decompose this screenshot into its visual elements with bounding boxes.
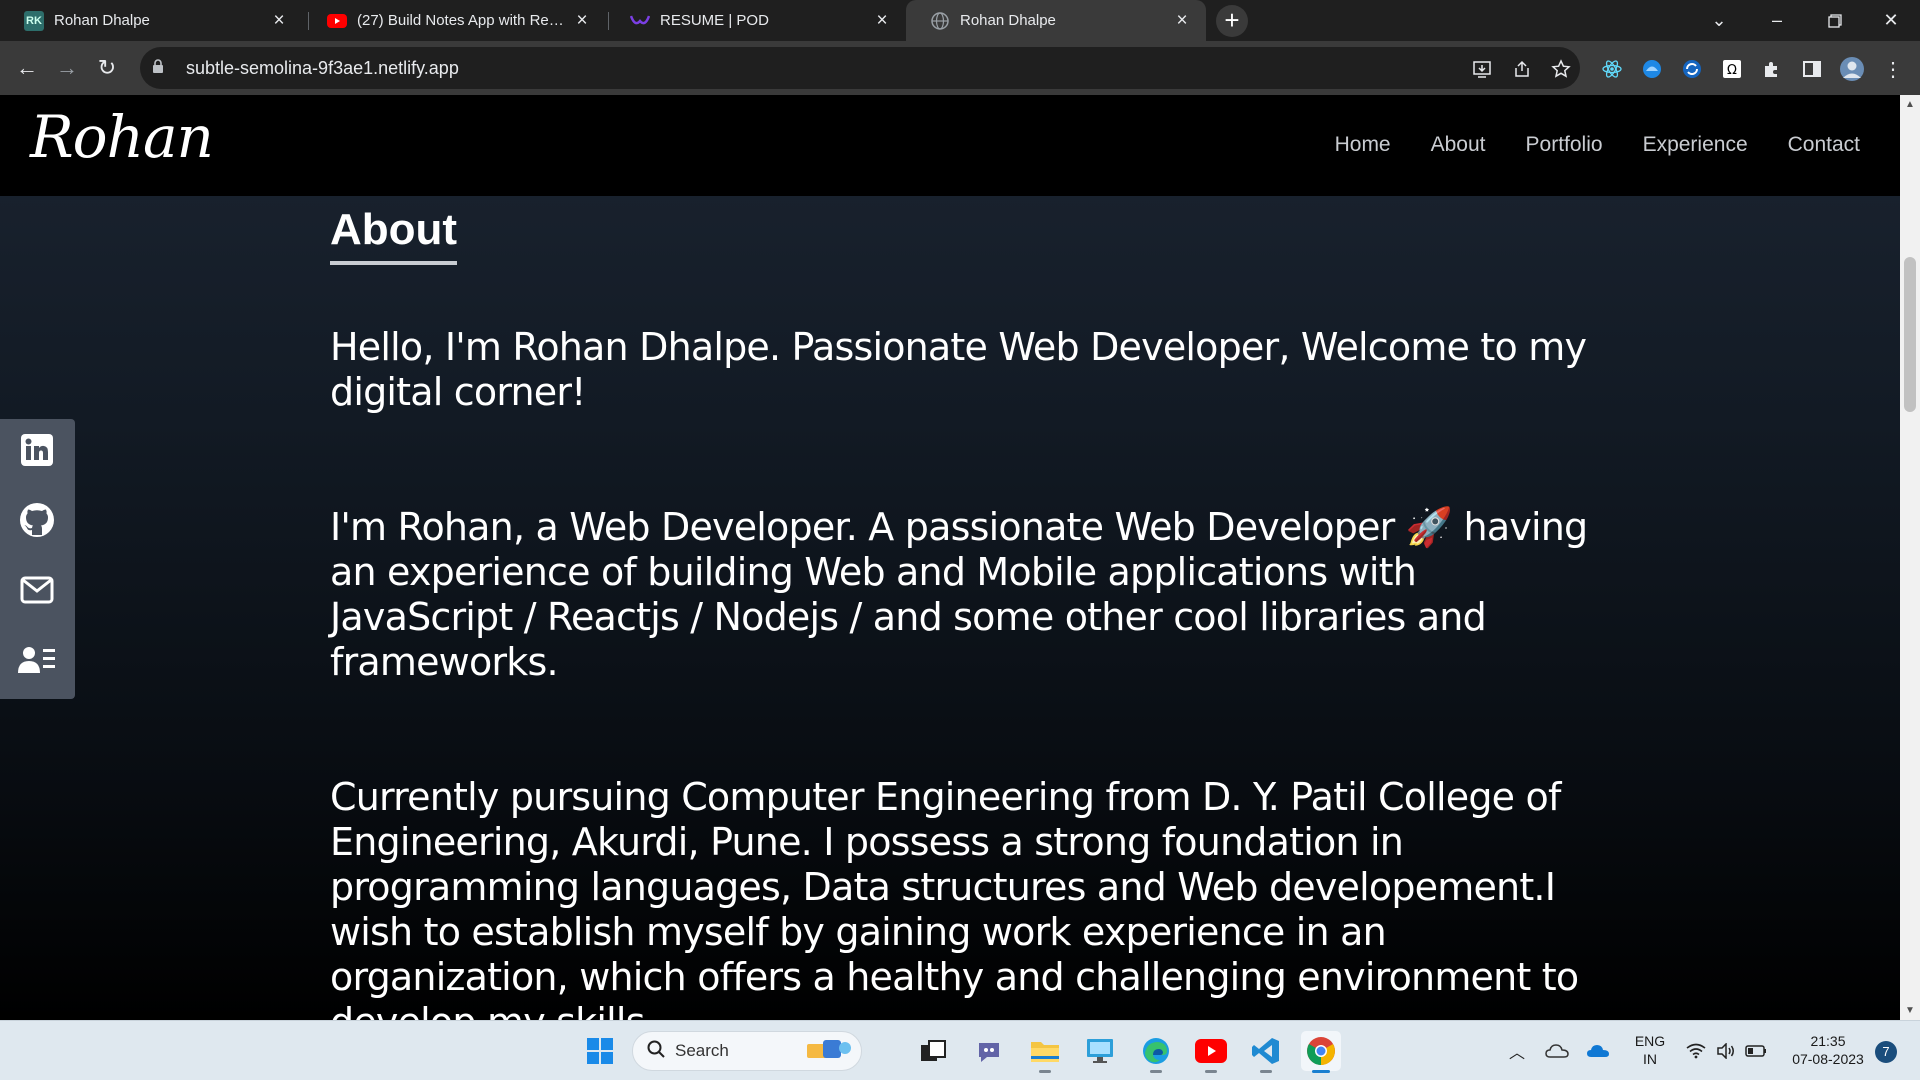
nav-contact[interactable]: Contact	[1788, 133, 1860, 157]
vscode-icon[interactable]	[1246, 1031, 1286, 1073]
tab-youtube[interactable]: (27) Build Notes App with React.js ×	[303, 0, 606, 41]
onedrive-blue-icon[interactable]	[1582, 1031, 1614, 1071]
forward-button[interactable]: →	[49, 50, 85, 86]
about-section: About Hello, I'm Rohan Dhalpe. Passionat…	[330, 205, 1600, 1020]
edge-browser-icon[interactable]	[1136, 1031, 1176, 1073]
clock-date: 07-08-2023	[1792, 1051, 1864, 1067]
bookmark-star-icon[interactable]	[1548, 56, 1574, 82]
linkedin-icon[interactable]	[18, 431, 56, 469]
chrome-icon[interactable]	[1301, 1031, 1341, 1073]
wifi-icon[interactable]	[1682, 1031, 1710, 1071]
close-icon[interactable]: ×	[1172, 10, 1192, 32]
tray-chevron-up-icon[interactable]: ︿	[1503, 1031, 1531, 1071]
lock-icon	[152, 58, 166, 78]
tab-search-chevron-icon[interactable]: ⌄	[1690, 0, 1748, 41]
youtube-icon	[327, 11, 347, 31]
about-paragraph-experience: I'm Rohan, a Web Developer. A passionate…	[330, 505, 1588, 684]
language-code: ENG	[1634, 1033, 1666, 1049]
search-label: Search	[675, 1041, 729, 1060]
profile-avatar-icon[interactable]	[1839, 56, 1865, 82]
clock[interactable]: 21:35 07-08-2023	[1780, 1032, 1876, 1068]
address-bar[interactable]: subtle-semolina-9f3ae1.netlify.app	[140, 47, 1580, 89]
tab-resume-pod[interactable]: RESUME | POD ×	[606, 0, 906, 41]
restore-button[interactable]	[1806, 0, 1864, 41]
remote-desktop-icon[interactable]	[1080, 1031, 1120, 1071]
side-panel-icon[interactable]	[1799, 56, 1825, 82]
close-window-button[interactable]: ✕	[1862, 0, 1920, 41]
github-icon[interactable]	[18, 501, 56, 539]
social-links-bar	[0, 419, 75, 699]
menu-kebab-icon[interactable]: ⋮	[1880, 56, 1906, 82]
close-icon[interactable]: ×	[872, 10, 892, 32]
tab-strip: RK Rohan Dhalpe × (27) Build Notes App w…	[0, 0, 1920, 41]
notification-badge[interactable]: 7	[1875, 1041, 1897, 1063]
mail-icon[interactable]	[18, 571, 56, 609]
search-highlight-icon	[801, 1034, 853, 1069]
windows-start-icon[interactable]	[580, 1031, 620, 1071]
tab-rohan-dhalpe-active[interactable]: Rohan Dhalpe ×	[906, 0, 1206, 41]
taskbar-search[interactable]: Search	[632, 1031, 862, 1071]
close-icon[interactable]: ×	[572, 10, 592, 32]
url-text: subtle-semolina-9f3ae1.netlify.app	[186, 57, 459, 78]
svg-text:Ω: Ω	[1727, 63, 1737, 78]
extension-omega-icon[interactable]: Ω	[1719, 56, 1745, 82]
tab-title: Rohan Dhalpe	[960, 12, 1056, 29]
page-viewport: Rohan Home About Portfolio Experience Co…	[0, 95, 1900, 1020]
page-scrollbar[interactable]: ▲ ▼	[1900, 95, 1920, 1020]
volume-icon[interactable]	[1712, 1031, 1740, 1071]
contact-card-icon[interactable]	[18, 641, 56, 679]
youtube-app-icon[interactable]	[1191, 1031, 1231, 1073]
minimize-button[interactable]: –	[1748, 0, 1806, 41]
close-icon[interactable]: ×	[269, 10, 289, 32]
scroll-down-arrow-icon[interactable]: ▼	[1900, 1005, 1920, 1016]
tab-rohan-dhalpe-1[interactable]: RK Rohan Dhalpe ×	[0, 0, 303, 41]
region-code: IN	[1643, 1051, 1657, 1067]
install-app-icon[interactable]	[1469, 56, 1495, 82]
battery-icon[interactable]	[1742, 1031, 1770, 1071]
about-title: About	[330, 205, 458, 265]
extensions-puzzle-icon[interactable]	[1759, 56, 1785, 82]
rk-favicon: RK	[24, 10, 44, 31]
nav-about[interactable]: About	[1431, 133, 1486, 157]
pod-icon	[630, 11, 650, 31]
globe-icon	[930, 11, 950, 31]
nav-home[interactable]: Home	[1335, 133, 1391, 157]
task-view-icon[interactable]	[913, 1031, 953, 1071]
search-icon	[647, 1040, 665, 1063]
scrollbar-thumb[interactable]	[1904, 257, 1916, 412]
site-header: Rohan Home About Portfolio Experience Co…	[0, 95, 1900, 196]
nav-experience[interactable]: Experience	[1643, 133, 1748, 157]
extension-sync-icon[interactable]	[1679, 56, 1705, 82]
tab-title: RESUME | POD	[660, 12, 769, 29]
onedrive-gray-icon[interactable]	[1541, 1031, 1573, 1071]
reload-button[interactable]: ↻	[89, 50, 125, 86]
site-nav: Home About Portfolio Experience Contact	[1335, 133, 1860, 157]
language-indicator[interactable]: ENG IN	[1628, 1032, 1672, 1068]
file-explorer-icon[interactable]	[1025, 1031, 1065, 1073]
teams-chat-icon[interactable]	[969, 1031, 1009, 1071]
extension-blue-icon[interactable]	[1639, 56, 1665, 82]
tab-title: Rohan Dhalpe	[54, 12, 150, 29]
new-tab-button[interactable]: +	[1216, 5, 1248, 37]
share-icon[interactable]	[1509, 56, 1535, 82]
scroll-up-arrow-icon[interactable]: ▲	[1900, 99, 1920, 110]
tab-title: (27) Build Notes App with React.js	[357, 12, 572, 29]
about-paragraph-intro: Hello, I'm Rohan Dhalpe. Passionate Web …	[330, 325, 1587, 414]
back-button[interactable]: ←	[9, 50, 45, 86]
nav-portfolio[interactable]: Portfolio	[1526, 133, 1603, 157]
browser-toolbar: ← → ↻ subtle-semolina-9f3ae1.netlify.app…	[0, 41, 1920, 95]
about-paragraph-education: Currently pursuing Computer Engineering …	[330, 775, 1579, 1020]
react-devtools-icon[interactable]	[1599, 56, 1625, 82]
taskbar: Search ︿ ENG IN 21:35 07-08-2023 7	[0, 1020, 1920, 1080]
site-logo[interactable]: Rohan	[30, 103, 214, 171]
clock-time: 21:35	[1810, 1033, 1846, 1049]
